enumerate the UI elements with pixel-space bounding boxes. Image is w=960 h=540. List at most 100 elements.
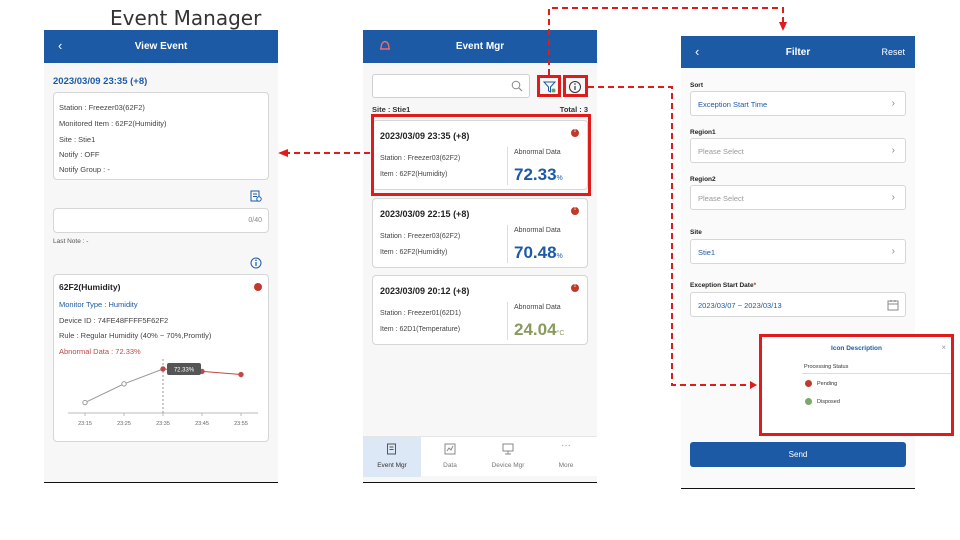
note-input[interactable]: 0/40 <box>53 208 269 233</box>
data-point <box>82 399 88 406</box>
event-card[interactable]: 2023/03/09 20:12 (+8) Station : Freezer0… <box>372 275 588 345</box>
series-segment <box>123 368 164 385</box>
chart-card-title: 62F2(Humidity) <box>59 282 121 292</box>
sort-label: Sort <box>690 82 703 89</box>
processing-status-label: Processing Status <box>804 364 849 370</box>
pending-row: Pending <box>805 380 837 387</box>
site-bar: Site : Stie1 Total : 3 <box>372 105 588 114</box>
event-item: Item : 62F2(Humidity) <box>380 249 448 256</box>
page-title: Event Manager <box>110 6 262 30</box>
info-notify: Notify : OFF <box>59 150 100 159</box>
x-tick-label: 23:55 <box>234 421 248 427</box>
bell-icon[interactable] <box>379 39 391 52</box>
event-mgr-title: Event Mgr <box>455 41 505 52</box>
back-button[interactable]: ‹ <box>58 38 62 53</box>
info-station: Station : Freezer03(62F2) <box>59 103 145 112</box>
humidity-line-chart: 23:15 23:25 23:35 23:45 23:55 72.33% <box>68 359 258 427</box>
tooltip-label: 72.33% <box>174 367 195 373</box>
info-site: Site : Stie1 <box>59 135 96 144</box>
note-counter: 0/40 <box>248 217 262 224</box>
highlight-filter-icon <box>537 75 561 97</box>
calendar-icon[interactable] <box>887 299 899 311</box>
date-label: Exception Start Date* <box>690 282 757 289</box>
data-point <box>121 381 127 387</box>
divider <box>507 225 508 263</box>
search-input[interactable] <box>372 74 530 98</box>
tab-label: Device Mgr <box>491 462 525 469</box>
view-event-title: View Event <box>134 41 188 52</box>
more-icon: ··· <box>561 440 571 451</box>
reset-button[interactable]: Reset <box>881 47 905 57</box>
region2-select[interactable]: Please Select › <box>690 185 906 210</box>
event-date: 2023/03/09 20:12 (+8) <box>380 286 470 296</box>
event-mgr-header: Event Mgr <box>363 30 597 63</box>
tab-label: Data <box>443 462 457 469</box>
abnormal-value: 70.48% <box>514 243 563 262</box>
device-chart-card: 62F2(Humidity) Monitor Type : Humidity D… <box>53 274 269 442</box>
info-monitored-item: Monitored Item : 62F2(Humidity) <box>59 119 167 128</box>
date-range-value: 2023/03/07 ~ 2023/03/13 <box>698 301 782 310</box>
region2-label: Region2 <box>690 176 716 183</box>
data-point <box>160 366 166 372</box>
region1-select[interactable]: Please Select › <box>690 138 906 163</box>
tab-more[interactable]: ··· More <box>537 437 595 477</box>
chevron-right-icon: › <box>891 246 895 257</box>
search-icon[interactable] <box>511 80 523 92</box>
series-segment <box>84 383 125 404</box>
filter-header: ‹ Filter Reset <box>681 36 915 68</box>
device-id: Device ID : 74FE48FFFF5F62F2 <box>59 316 169 325</box>
tab-event-mgr[interactable]: Event Mgr <box>363 437 421 477</box>
alert-icon <box>571 206 579 215</box>
filter-title: Filter <box>785 46 811 58</box>
alert-icon <box>571 283 579 292</box>
region1-label: Region1 <box>690 129 716 136</box>
chevron-right-icon: › <box>891 145 895 156</box>
total-label: Total : 3 <box>559 105 588 114</box>
abnormal-label: Abnormal Data <box>514 304 561 311</box>
abnormal-label: Abnormal Data <box>514 227 561 234</box>
sort-select[interactable]: Exception Start Time › <box>690 91 906 116</box>
highlight-first-event <box>371 114 591 196</box>
site-label: Site <box>690 229 702 236</box>
icon-description-popup: Icon Description × Processing Status Pen… <box>759 334 954 436</box>
x-tick-label: 23:15 <box>78 421 92 427</box>
last-note: Last Note : - <box>53 238 89 245</box>
view-event-screen: ‹ View Event 2023/03/09 23:35 (+8) Stati… <box>44 30 278 483</box>
tab-label: Event Mgr <box>377 462 407 469</box>
divider <box>507 302 508 340</box>
site-select[interactable]: Stie1 › <box>690 239 906 264</box>
event-mgr-screen: Event Mgr Site : Stie1 Total : 3 2023/03… <box>363 30 597 483</box>
bottom-tab-bar: Event Mgr Data Device Mgr ··· More <box>363 436 597 477</box>
note-edit-icon[interactable] <box>250 190 262 202</box>
send-button[interactable]: Send <box>690 442 906 467</box>
disposed-row: Disposed <box>805 398 840 405</box>
disposed-label: Disposed <box>817 398 840 405</box>
chart-icon <box>444 443 456 455</box>
info-icon[interactable] <box>250 257 262 269</box>
sort-value: Exception Start Time <box>698 100 768 109</box>
disposed-icon <box>805 398 812 405</box>
back-button[interactable]: ‹ <box>695 44 699 59</box>
info-notify-group: Notify Group : - <box>59 165 110 174</box>
date-range-input[interactable]: 2023/03/07 ~ 2023/03/13 <box>690 292 906 317</box>
region2-value: Please Select <box>698 194 744 203</box>
x-tick-label: 23:35 <box>156 421 170 427</box>
chevron-right-icon: › <box>891 192 895 203</box>
event-item: Item : 62D1(Temperature) <box>380 326 461 333</box>
series-segment <box>201 370 242 376</box>
x-tick-label: 23:25 <box>117 421 131 427</box>
tab-data[interactable]: Data <box>421 437 479 477</box>
x-tick-label: 23:45 <box>195 421 209 427</box>
popup-title: Icon Description <box>831 345 882 352</box>
event-date: 2023/03/09 22:15 (+8) <box>380 209 470 219</box>
abnormal-data: Abnormal Data : 72.33% <box>59 347 141 356</box>
tab-device-mgr[interactable]: Device Mgr <box>479 437 537 477</box>
event-card[interactable]: 2023/03/09 22:15 (+8) Station : Freezer0… <box>372 198 588 268</box>
tab-label: More <box>558 462 574 469</box>
monitor-type: Monitor Type : Humidity <box>59 300 138 309</box>
event-station: Station : Freezer03(62F2) <box>380 233 461 240</box>
close-icon[interactable]: × <box>941 343 946 352</box>
alert-icon <box>254 283 262 291</box>
highlight-info-icon <box>563 75 588 97</box>
pending-label: Pending <box>817 380 838 387</box>
